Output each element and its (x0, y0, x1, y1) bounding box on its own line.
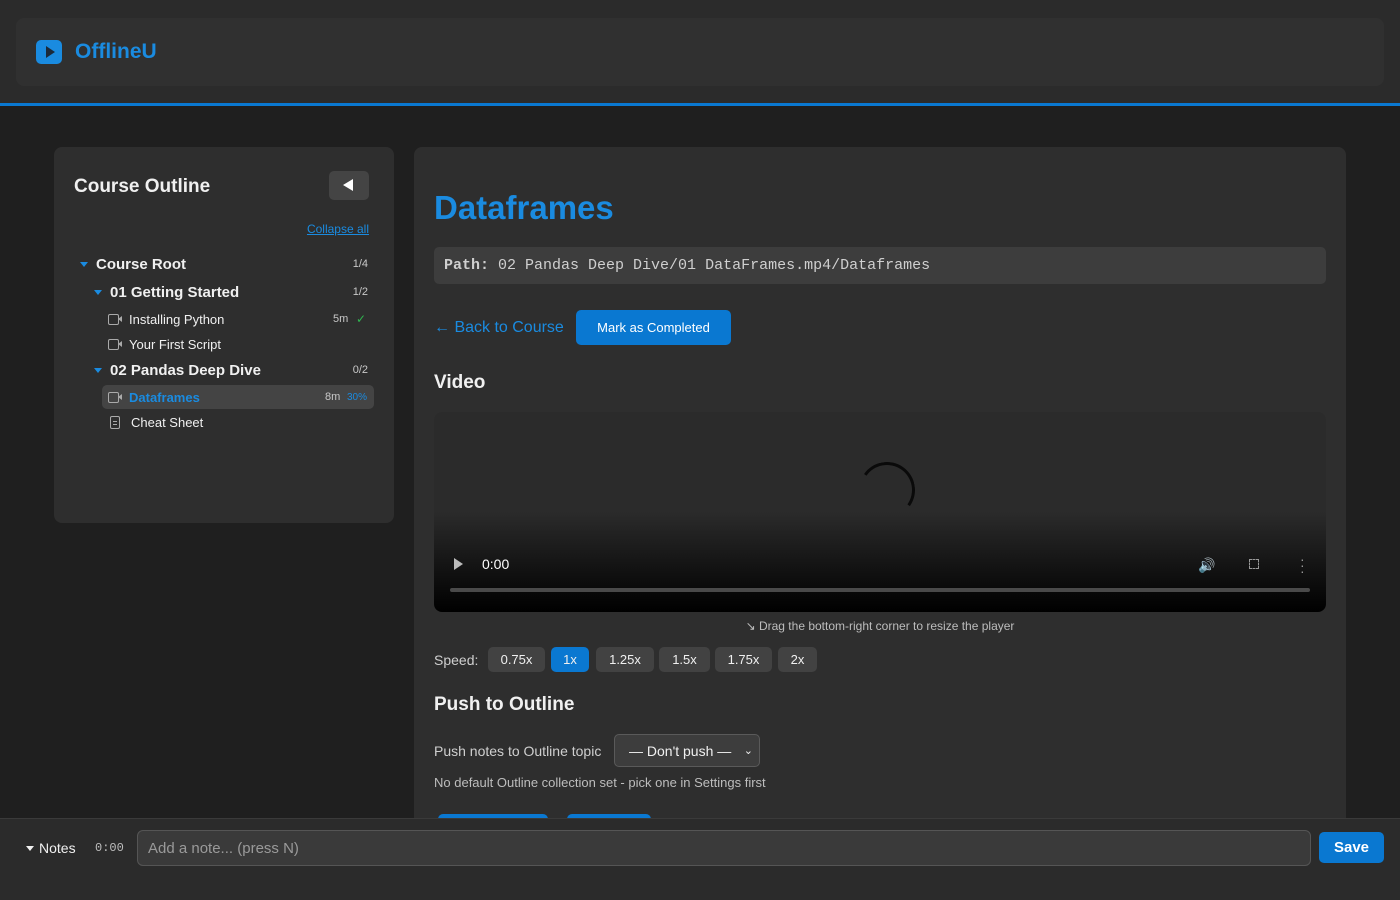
push-note: No default Outline collection set - pick… (434, 775, 766, 790)
tree-root-count: 1/4 (352, 258, 368, 270)
collapse-sidebar-button[interactable] (329, 171, 369, 200)
lesson-label: Dataframes (129, 389, 200, 405)
collapse-all-link[interactable]: Collapse all (307, 222, 369, 236)
section-label: 02 Pandas Deep Dive (110, 361, 261, 379)
volume-icon[interactable]: 🔊 (1198, 557, 1215, 574)
lesson-label: Cheat Sheet (131, 414, 204, 430)
speed-button-2x[interactable]: 2x (778, 647, 817, 672)
caret-down-icon (26, 845, 34, 851)
path-label: Path: (444, 257, 490, 274)
lesson-label: Your First Script (129, 336, 221, 352)
speed-button-1.5x[interactable]: 1.5x (659, 647, 710, 672)
save-note-button[interactable]: Save (1319, 832, 1384, 863)
caret-down-icon[interactable] (94, 289, 102, 295)
play-icon[interactable] (454, 558, 463, 570)
speed-button-0.75x[interactable]: 0.75x (488, 647, 545, 672)
speed-label: Speed: (434, 652, 479, 668)
mark-completed-button[interactable]: Mark as Completed (576, 310, 731, 345)
header: OfflineU (16, 18, 1384, 86)
section-count: 0/2 (352, 364, 368, 376)
sidebar-title: Course Outline (74, 176, 211, 197)
video-time: 0:00 (482, 556, 510, 572)
push-label: Push notes to Outline topic (434, 743, 602, 759)
lesson-installing-python[interactable]: Installing Python 5m ✓ (108, 308, 368, 330)
video-icon (108, 392, 122, 403)
section-getting-started[interactable]: 01 Getting Started 1/2 (94, 281, 368, 303)
lesson-duration: 8m (325, 391, 341, 403)
lesson-path: Path: 02 Pandas Deep Dive/01 DataFrames.… (434, 247, 1326, 284)
path-value: 02 Pandas Deep Dive/01 DataFrames.mp4/Da… (498, 257, 931, 274)
top-bar: OfflineU (0, 0, 1400, 106)
push-topic-select[interactable]: — Don't push — ⌄ (614, 734, 760, 767)
section-pandas-deep-dive[interactable]: 02 Pandas Deep Dive 0/2 (94, 359, 368, 381)
push-select-value: — Don't push — (629, 743, 732, 759)
lesson-label: Installing Python (129, 311, 225, 327)
tree-root[interactable]: Course Root 1/4 (80, 253, 368, 275)
lesson-dataframes[interactable]: Dataframes 8m 30% (108, 386, 374, 408)
caret-down-icon[interactable] (94, 367, 102, 373)
loading-spinner (854, 457, 920, 523)
resize-hint: ↘ Drag the bottom-right corner to resize… (745, 619, 1015, 633)
notes-timestamp: 0:00 (95, 841, 124, 855)
lesson-duration: 5m (333, 313, 349, 325)
course-outline-sidebar: Course Outline Collapse all Course Root … (54, 147, 394, 523)
lesson-your-first-script[interactable]: Your First Script (108, 333, 368, 355)
video-icon (108, 339, 122, 350)
notes-toggle-label: Notes (39, 840, 76, 856)
speed-button-1.25x[interactable]: 1.25x (596, 647, 654, 672)
check-icon: ✓ (356, 312, 367, 326)
lesson-title: Dataframes (434, 189, 614, 226)
caret-down-icon[interactable] (80, 261, 88, 267)
video-icon (108, 314, 122, 325)
video-heading: Video (434, 372, 486, 393)
chevron-down-icon: ⌄ (743, 745, 753, 757)
document-icon (110, 415, 120, 429)
back-to-course-link[interactable]: ← Back to Course (434, 319, 564, 337)
speed-button-1x[interactable]: 1x (551, 647, 589, 672)
more-options-icon[interactable]: · · · (1300, 552, 1305, 578)
video-progress-bar[interactable] (450, 588, 1310, 592)
note-input[interactable] (137, 830, 1311, 866)
tree-root-label: Course Root (96, 255, 186, 273)
lesson-panel: Dataframes Path: 02 Pandas Deep Dive/01 … (414, 147, 1346, 847)
lesson-progress: 30% (347, 391, 368, 403)
app-logo-text[interactable]: OfflineU (75, 40, 157, 64)
fullscreen-icon[interactable] (1249, 559, 1259, 569)
section-count: 1/2 (352, 286, 368, 298)
section-label: 01 Getting Started (110, 283, 240, 301)
notes-toggle[interactable]: Notes (26, 840, 76, 856)
notes-bar: Notes 0:00 Save (0, 818, 1400, 900)
lesson-cheat-sheet[interactable]: Cheat Sheet (110, 411, 368, 433)
video-player[interactable]: 0:00 🔊 · · · (434, 412, 1326, 612)
speed-button-1.75x[interactable]: 1.75x (715, 647, 772, 672)
push-heading: Push to Outline (434, 694, 575, 715)
play-icon[interactable] (36, 40, 62, 64)
